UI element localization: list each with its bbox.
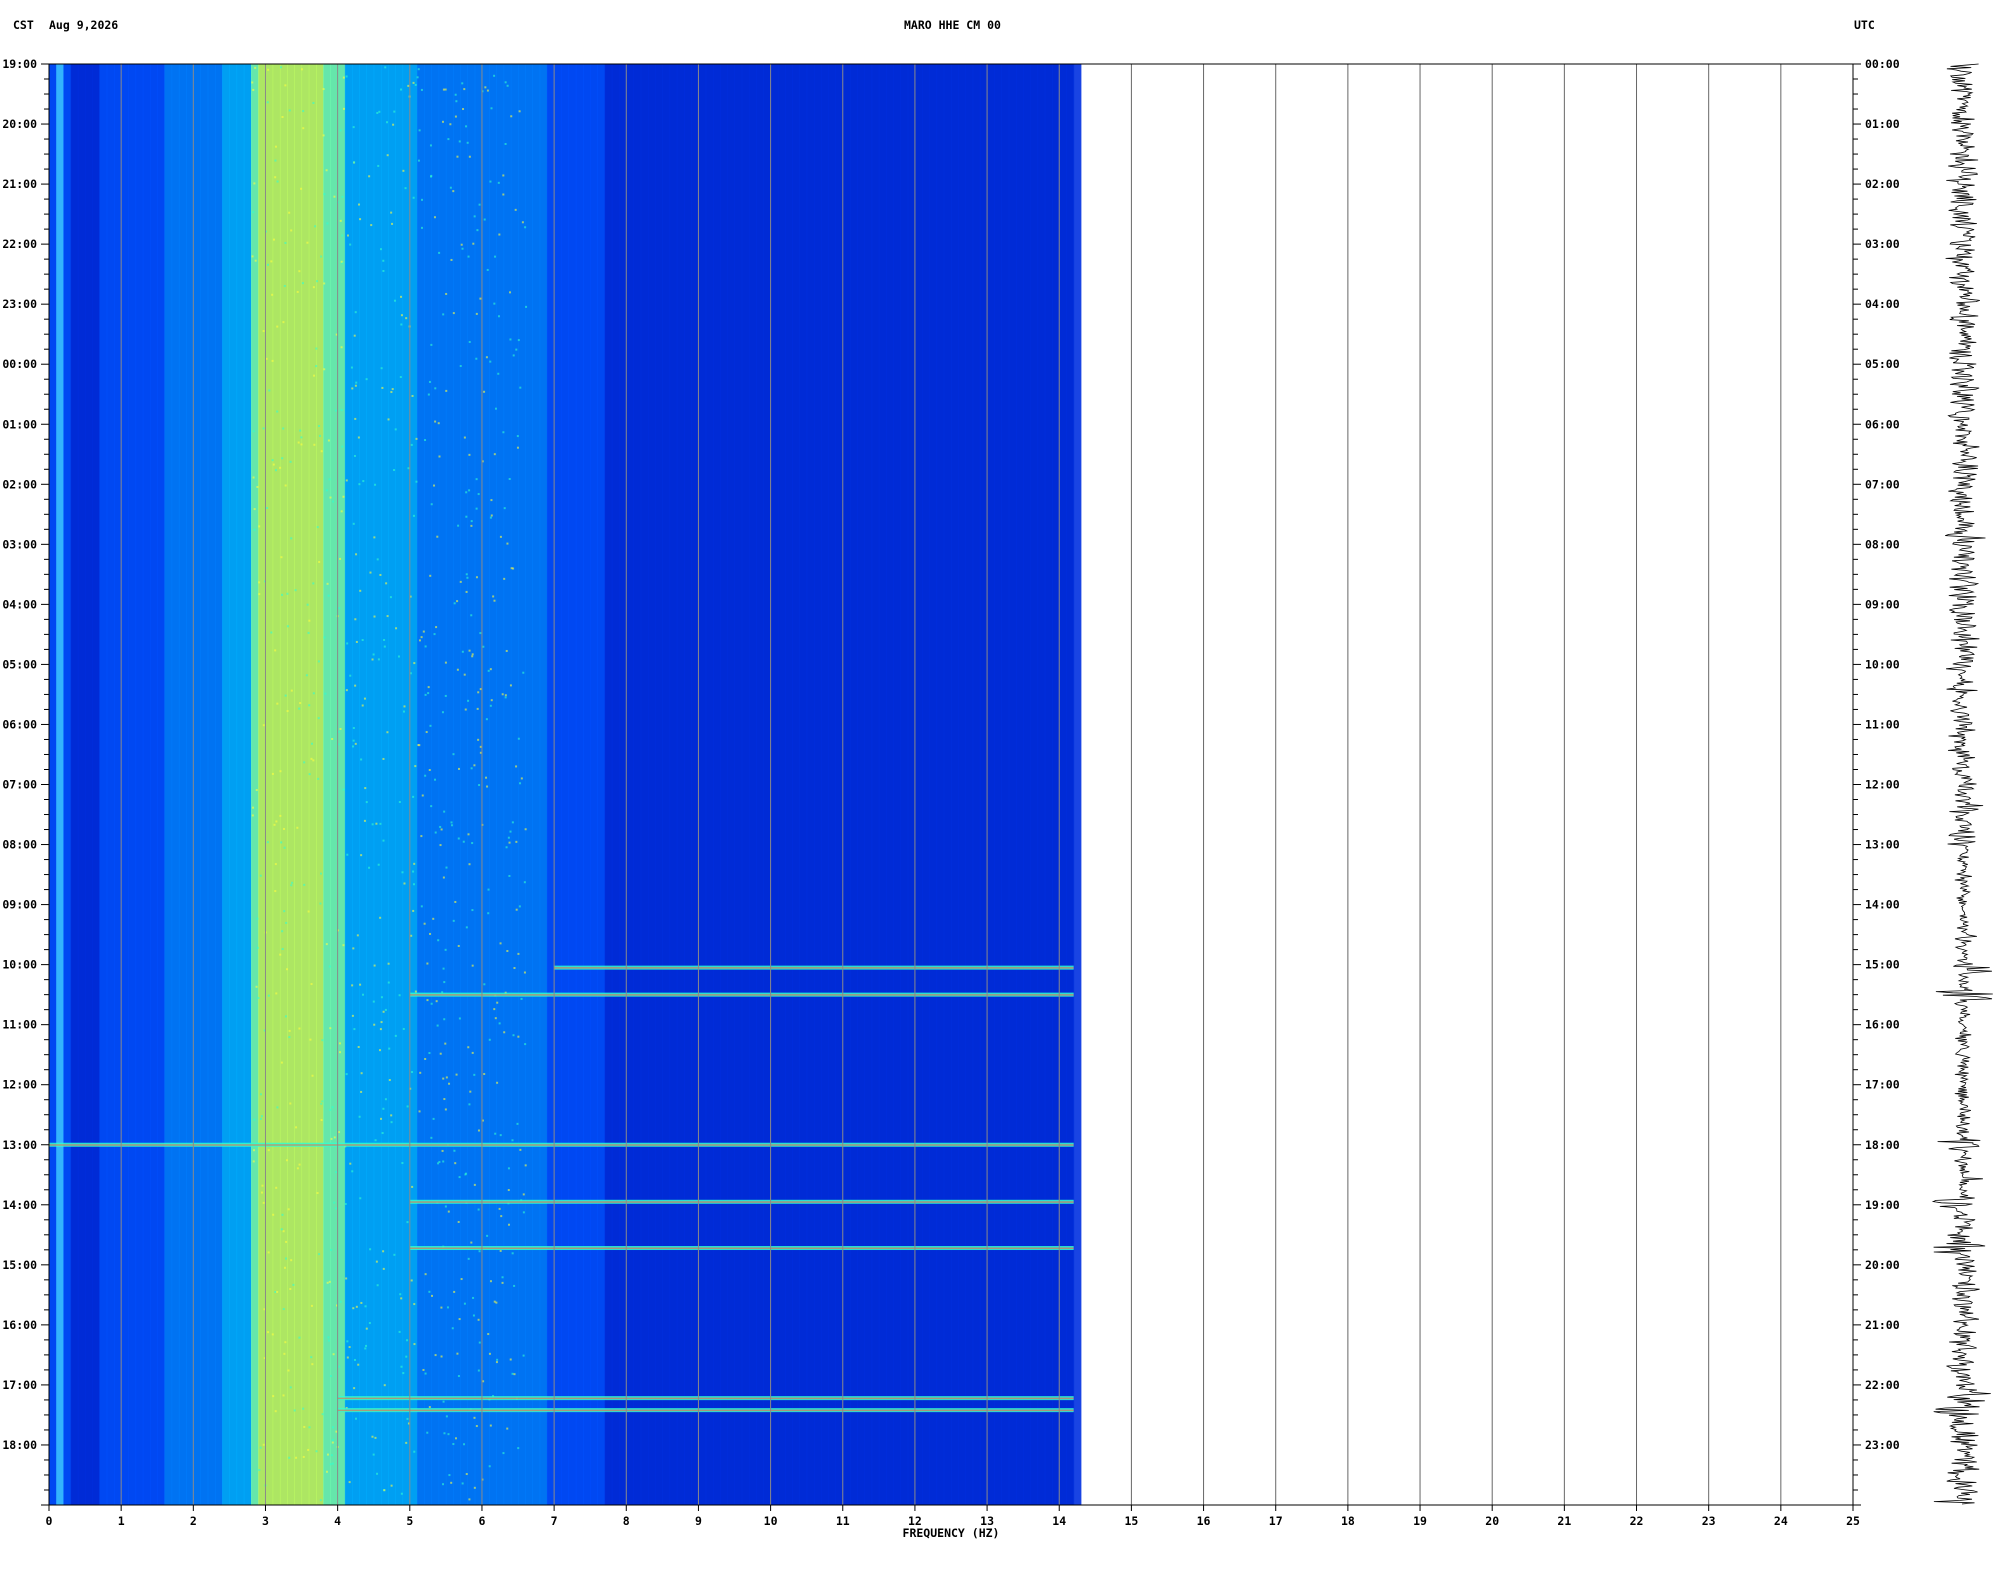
left-time-label: 06:00	[2, 717, 37, 731]
right-time-label: 09:00	[1865, 597, 1900, 611]
x-tick-label: 25	[1846, 1514, 1860, 1528]
right-time-axis: 00:00 01:00 02:00 03:00 04:00 05:00 06:00 07:00…	[1853, 57, 1900, 1506]
x-tick-label: 7	[551, 1514, 558, 1528]
right-time-label: 02:00	[1865, 177, 1900, 191]
x-tick-label: 9	[695, 1514, 702, 1528]
right-time-label: 08:00	[1865, 537, 1900, 551]
x-tick-label: 5	[406, 1514, 413, 1528]
seismogram-line	[1931, 63, 1993, 1505]
right-time-label: 10:00	[1865, 657, 1900, 671]
x-tick-label: 10	[764, 1514, 778, 1528]
right-time-label: 04:00	[1865, 297, 1900, 311]
right-time-label: 17:00	[1865, 1078, 1900, 1092]
left-time-label: 16:00	[2, 1318, 37, 1332]
right-time-label: 23:00	[1865, 1438, 1900, 1452]
right-time-label: 15:00	[1865, 958, 1900, 972]
x-tick-label: 4	[334, 1514, 341, 1528]
left-time-label: 01:00	[2, 417, 37, 431]
right-time-label: 18:00	[1865, 1138, 1900, 1152]
left-time-label: 23:00	[2, 297, 37, 311]
right-time-label: 07:00	[1865, 477, 1900, 491]
x-tick-label: 0	[46, 1514, 53, 1528]
x-tick-label: 18	[1341, 1514, 1355, 1528]
left-time-label: 10:00	[2, 958, 37, 972]
left-time-label: 04:00	[2, 597, 37, 611]
left-time-label: 07:00	[2, 778, 37, 792]
x-axis-label: FREQUENCY (HZ)	[903, 1526, 1000, 1540]
x-tick-label: 19	[1413, 1514, 1427, 1528]
x-tick-label: 2	[190, 1514, 197, 1528]
x-axis-ticks: 0 1 2 3 4 5 6 7 8 9 10 11 12 13 14 15 16 17 18 19 20 21 22 23 24…	[46, 1505, 1860, 1528]
right-time-label: 01:00	[1865, 117, 1900, 131]
right-time-label: 16:00	[1865, 1018, 1900, 1032]
x-tick-label: 8	[623, 1514, 630, 1528]
x-tick-label: 20	[1485, 1514, 1499, 1528]
left-time-label: 05:00	[2, 657, 37, 671]
left-time-label: 00:00	[2, 357, 37, 371]
left-time-label: 18:00	[2, 1438, 37, 1452]
left-time-label: 11:00	[2, 1018, 37, 1032]
right-time-label: 11:00	[1865, 717, 1900, 731]
left-time-label: 20:00	[2, 117, 37, 131]
left-time-label: 02:00	[2, 477, 37, 491]
x-tick-label: 24	[1774, 1514, 1788, 1528]
right-time-label: 21:00	[1865, 1318, 1900, 1332]
right-time-label: 19:00	[1865, 1198, 1900, 1212]
x-tick-label: 23	[1702, 1514, 1716, 1528]
left-time-label: 12:00	[2, 1078, 37, 1092]
right-time-label: 12:00	[1865, 778, 1900, 792]
left-time-label: 08:00	[2, 838, 37, 852]
seismogram-trace	[1931, 63, 1993, 1505]
x-tick-label: 15	[1124, 1514, 1138, 1528]
x-tick-label: 21	[1557, 1514, 1571, 1528]
right-time-label: 14:00	[1865, 898, 1900, 912]
right-time-label: 03:00	[1865, 237, 1900, 251]
left-time-label: 13:00	[2, 1138, 37, 1152]
right-time-label: 22:00	[1865, 1378, 1900, 1392]
left-time-label: 21:00	[2, 177, 37, 191]
right-time-label: 05:00	[1865, 357, 1900, 371]
left-time-label: 03:00	[2, 537, 37, 551]
right-time-label: 20:00	[1865, 1258, 1900, 1272]
x-tick-label: 6	[478, 1514, 485, 1528]
left-time-label: 19:00	[2, 57, 37, 71]
x-tick-label: 14	[1052, 1514, 1066, 1528]
left-time-label: 22:00	[2, 237, 37, 251]
x-tick-label: 22	[1630, 1514, 1644, 1528]
x-tick-label: 11	[836, 1514, 850, 1528]
left-time-label: 17:00	[2, 1378, 37, 1392]
spectrogram-chart: 0 1 2 3 4 5 6 7 8 9 10 11 12 13 14 15 16 17 18 19 20 21 22 23 24…	[2, 57, 1993, 1540]
left-time-label: 15:00	[2, 1258, 37, 1272]
left-time-label: 14:00	[2, 1198, 37, 1212]
left-time-axis: 19:00 20:00 21:00 22:00 23:00 00:00 01:00 02:00…	[2, 57, 49, 1506]
right-time-label: 00:00	[1865, 57, 1900, 71]
right-time-label: 06:00	[1865, 417, 1900, 431]
x-tick-label: 3	[262, 1514, 269, 1528]
low-frequency-strip	[56, 64, 64, 1505]
spectrogram-heatmap	[49, 64, 1082, 1505]
x-tick-label: 17	[1269, 1514, 1283, 1528]
x-tick-label: 16	[1197, 1514, 1211, 1528]
x-tick-label: 1	[118, 1514, 125, 1528]
right-time-label: 13:00	[1865, 838, 1900, 852]
left-time-label: 09:00	[2, 898, 37, 912]
